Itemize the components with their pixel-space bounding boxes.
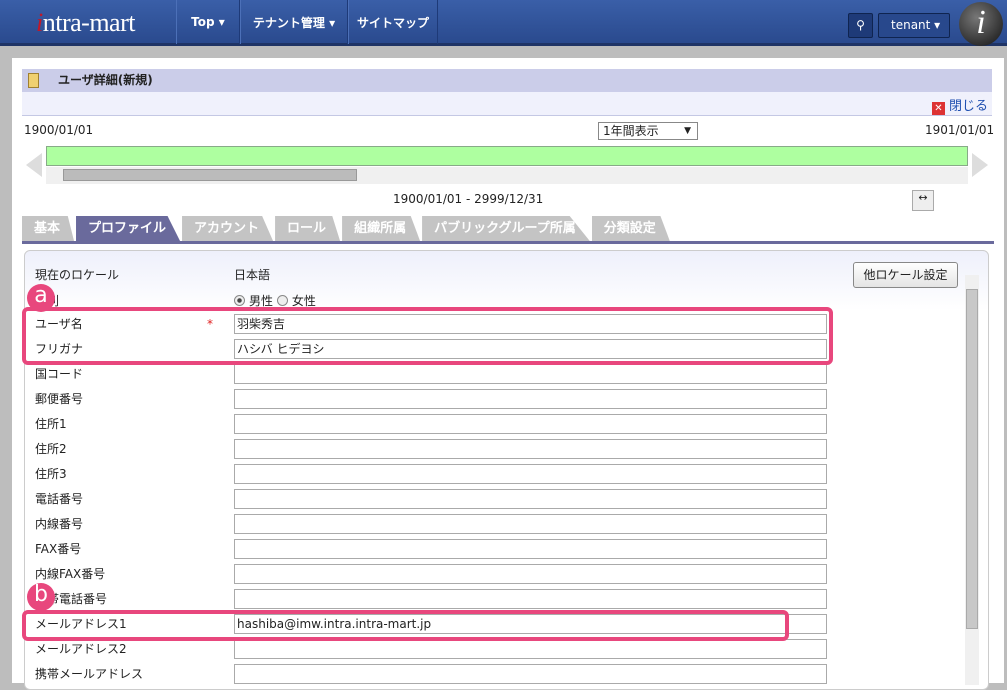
timeline-end: 1901/01/01 — [925, 123, 995, 137]
tab-role[interactable]: ロール — [275, 216, 341, 241]
field-label: 住所3 — [35, 467, 67, 481]
field-label: 住所1 — [35, 417, 67, 431]
timeline-bar[interactable] — [46, 146, 968, 166]
timeline-next-icon[interactable] — [972, 153, 988, 177]
user-menu[interactable]: tenant ▾ — [878, 13, 950, 38]
radio-label: 男性 — [249, 294, 274, 308]
field-label: FAX番号 — [35, 542, 82, 556]
nav-top[interactable]: Top ▾ — [176, 0, 240, 44]
field-input[interactable] — [234, 439, 827, 459]
field-input[interactable] — [234, 589, 827, 609]
nav-tenant-management[interactable]: テナント管理 ▾ — [240, 0, 348, 44]
form-row: メールアドレス2 — [35, 639, 835, 659]
highlight-box-a — [22, 307, 833, 365]
annotation-badge-a: a — [27, 284, 55, 312]
field-input[interactable] — [234, 489, 827, 509]
field-label: 郵便番号 — [35, 392, 84, 406]
scroll-thumb[interactable] — [966, 289, 978, 629]
form-row: 携帯電話番号 — [35, 589, 835, 609]
expand-icon[interactable]: ↔ — [912, 190, 934, 211]
nav-sitemap[interactable]: サイトマップ — [348, 0, 438, 44]
page-subbar: ✕ 閉じる — [22, 92, 992, 116]
tab-organization[interactable]: 組織所属 — [342, 216, 421, 241]
chevron-down-icon: ▼ — [684, 126, 691, 136]
form-row: 住所3 — [35, 464, 835, 484]
form-row: 住所1 — [35, 414, 835, 434]
intra-mart-logo[interactable]: intra-mart — [36, 8, 135, 38]
search-icon[interactable]: ⚲ — [848, 13, 873, 38]
field-input[interactable] — [234, 564, 827, 584]
tab-account[interactable]: アカウント — [182, 216, 274, 241]
close-button[interactable]: ✕ 閉じる — [931, 95, 988, 115]
field-input[interactable] — [234, 514, 827, 534]
folder-icon — [28, 73, 39, 88]
form-row: 住所2 — [35, 439, 835, 459]
field-input[interactable] — [234, 414, 827, 434]
tab-profile[interactable]: プロファイル — [76, 216, 181, 241]
tab-bar: 基本 プロファイル アカウント ロール 組織所属 パブリックグループ所属 分類設… — [22, 216, 672, 241]
close-icon: ✕ — [931, 102, 945, 115]
annotation-badge-b: b — [27, 583, 55, 611]
top-bar: intra-mart Top ▾ テナント管理 ▾ サイトマップ ⚲ tenan… — [0, 0, 1007, 46]
field-label: 現在のロケール — [35, 268, 120, 282]
form-row: 電話番号 — [35, 489, 835, 509]
form-row: 携帯メールアドレス — [35, 664, 835, 684]
radio-label: 女性 — [291, 294, 316, 308]
tab-underline — [22, 241, 994, 244]
field-label: メールアドレス2 — [35, 642, 127, 656]
field-label: 携帯メールアドレス — [35, 667, 144, 681]
field-label: 住所2 — [35, 442, 67, 456]
view-period-select[interactable]: 1年間表示 ▼ — [598, 122, 698, 140]
form-row: 内線FAX番号 — [35, 564, 835, 584]
tab-public-group[interactable]: パブリックグループ所属 — [422, 216, 590, 241]
locale-value: 日本語 — [234, 268, 271, 282]
radio-female[interactable] — [276, 295, 288, 306]
field-input[interactable] — [234, 664, 827, 684]
timeline-prev-icon[interactable] — [26, 153, 42, 177]
form-scrollbar[interactable] — [965, 275, 979, 685]
close-label: 閉じる — [948, 99, 988, 114]
tab-category[interactable]: 分類設定 — [591, 216, 670, 241]
field-input[interactable] — [234, 464, 827, 484]
timeline-scrollbar[interactable] — [46, 167, 968, 184]
radio-male[interactable] — [234, 295, 245, 306]
form-row: 内線番号 — [35, 514, 835, 534]
other-locale-button[interactable]: 他ロケール設定 — [853, 262, 958, 288]
timeline-start: 1900/01/01 — [24, 123, 94, 137]
form-row: 郵便番号 — [35, 389, 835, 409]
locale-row: 現在のロケール 日本語 — [35, 265, 835, 285]
form-row: 国コード — [35, 364, 835, 384]
field-label: 電話番号 — [35, 492, 84, 506]
field-label: 国コード — [35, 367, 84, 381]
i-logo-icon[interactable]: i — [959, 2, 1003, 46]
tab-basic[interactable]: 基本 — [22, 216, 75, 241]
view-period-value: 1年間表示 — [603, 124, 659, 138]
highlight-box-b — [22, 610, 789, 641]
field-label: 内線番号 — [35, 517, 84, 531]
field-input[interactable] — [234, 539, 827, 559]
field-input[interactable] — [234, 364, 827, 384]
timeline-range: 1900/01/01 - 2999/12/31 — [393, 192, 544, 206]
page-title: ユーザ詳細(新規) — [58, 73, 153, 87]
scroll-thumb[interactable] — [63, 169, 357, 181]
field-input[interactable] — [234, 389, 827, 409]
page-title-bar: ユーザ詳細(新規) — [22, 69, 992, 92]
field-label: 内線FAX番号 — [35, 567, 106, 581]
form-row: FAX番号 — [35, 539, 835, 559]
field-input[interactable] — [234, 639, 827, 659]
